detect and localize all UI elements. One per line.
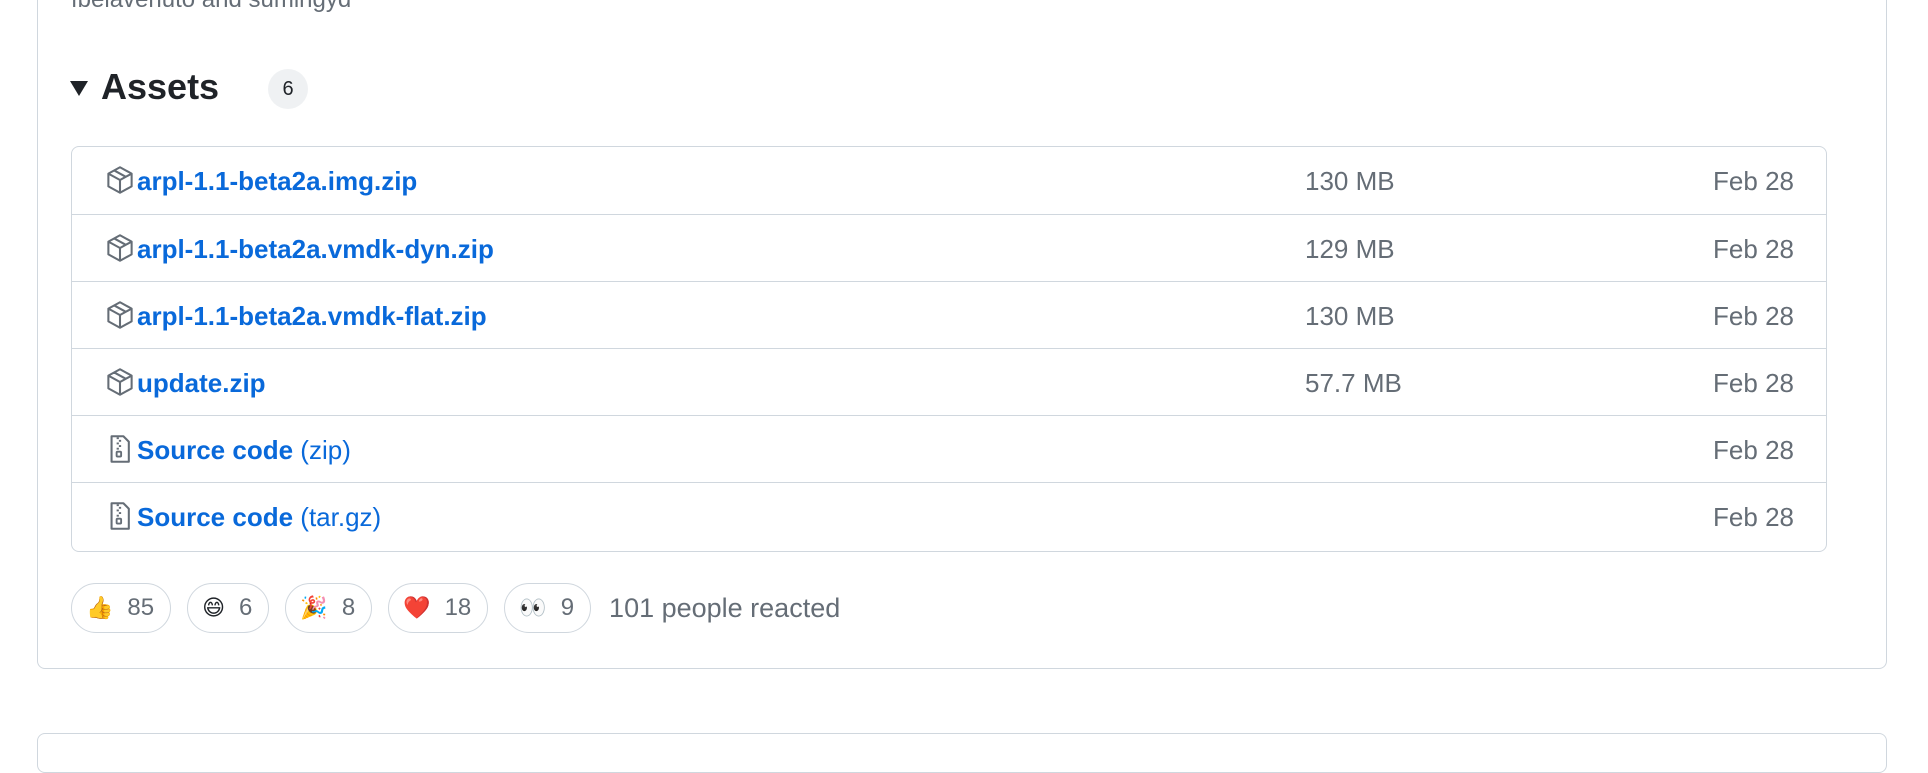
package-icon bbox=[105, 300, 135, 330]
asset-row: Source code (zip) Feb 28 bbox=[72, 415, 1826, 482]
caret-down-icon bbox=[70, 80, 88, 96]
asset-name: update.zip bbox=[137, 368, 266, 398]
asset-size: 57.7 MB bbox=[1305, 368, 1402, 398]
assets-title: Assets bbox=[101, 66, 220, 107]
assets-list: arpl-1.1-beta2a.img.zip 130 MB Feb 28 arpl-… bbox=[71, 146, 1827, 552]
asset-row: arpl-1.1-beta2a.vmdk-flat.zip 130 MB Feb 2… bbox=[72, 281, 1826, 348]
asset-name: arpl-1.1-beta2a.vmdk-dyn.zip bbox=[137, 234, 494, 264]
assets-count-badge: 6 bbox=[268, 69, 309, 109]
asset-size: 129 MB bbox=[1305, 234, 1395, 264]
asset-download-link[interactable]: Source code (tar.gz) bbox=[137, 501, 381, 533]
asset-name: Source code bbox=[137, 502, 294, 532]
asset-download-link[interactable]: arpl-1.1-beta2a.vmdk-flat.zip bbox=[137, 300, 487, 332]
asset-date: Feb 28 bbox=[1713, 435, 1794, 465]
asset-size: 130 MB bbox=[1305, 166, 1395, 196]
reactions-summary: 101 people reacted bbox=[609, 592, 841, 623]
asset-date: Feb 28 bbox=[1713, 368, 1794, 398]
asset-download-link[interactable]: arpl-1.1-beta2a.vmdk-dyn.zip bbox=[137, 233, 494, 265]
package-icon bbox=[105, 233, 135, 263]
hooray-icon: 🎉 bbox=[300, 595, 328, 620]
asset-download-link[interactable]: arpl-1.1-beta2a.img.zip bbox=[137, 165, 417, 197]
reaction-count: 9 bbox=[560, 594, 575, 621]
asset-size: 130 MB bbox=[1305, 301, 1395, 331]
reaction-heart-button[interactable]: ❤️ 18 bbox=[388, 583, 489, 633]
reaction-laugh-button[interactable]: 😄 6 bbox=[187, 583, 270, 633]
asset-suffix: (zip) bbox=[300, 435, 351, 465]
reaction-count: 8 bbox=[341, 594, 356, 621]
asset-date: Feb 28 bbox=[1713, 166, 1794, 196]
reaction-hooray-button[interactable]: 🎉 8 bbox=[285, 583, 373, 633]
next-release-card bbox=[37, 733, 1887, 773]
laugh-icon: 😄 bbox=[202, 595, 226, 620]
reaction-eyes-button[interactable]: 👀 9 bbox=[504, 583, 592, 633]
reaction-thumbs-up-button[interactable]: 👍 85 bbox=[71, 583, 172, 633]
reactions-bar: 👍 85 😄 6 🎉 8 ❤️ 18 👀 9 101 people reacted bbox=[71, 582, 840, 634]
asset-name: arpl-1.1-beta2a.vmdk-flat.zip bbox=[137, 301, 487, 331]
eyes-icon: 👀 bbox=[519, 595, 547, 620]
asset-download-link[interactable]: update.zip bbox=[137, 367, 266, 399]
thumbs-up-icon: 👍 bbox=[86, 595, 114, 620]
reaction-count: 85 bbox=[127, 594, 155, 621]
asset-date: Feb 28 bbox=[1713, 502, 1794, 532]
asset-row: update.zip 57.7 MB Feb 28 bbox=[72, 348, 1826, 415]
file-zip-icon bbox=[105, 434, 135, 464]
asset-suffix: (tar.gz) bbox=[300, 502, 382, 532]
asset-row: arpl-1.1-beta2a.img.zip 130 MB Feb 28 bbox=[72, 147, 1826, 214]
asset-name: arpl-1.1-beta2a.img.zip bbox=[137, 166, 418, 196]
heart-icon: ❤️ bbox=[403, 595, 431, 620]
asset-row: Source code (tar.gz) Feb 28 bbox=[72, 482, 1826, 549]
package-icon bbox=[105, 165, 135, 195]
asset-row: arpl-1.1-beta2a.vmdk-dyn.zip 129 MB Feb 28 bbox=[72, 214, 1826, 281]
package-icon bbox=[105, 367, 135, 397]
file-zip-icon bbox=[105, 501, 135, 531]
contributors-text: fbelavenuto and sumingyd bbox=[71, 0, 351, 14]
asset-date: Feb 28 bbox=[1713, 234, 1794, 264]
reaction-count: 6 bbox=[239, 594, 253, 621]
asset-date: Feb 28 bbox=[1713, 301, 1794, 331]
assets-toggle[interactable]: Assets 6 bbox=[70, 61, 309, 113]
asset-download-link[interactable]: Source code (zip) bbox=[137, 434, 351, 466]
asset-name: Source code bbox=[137, 435, 294, 465]
reaction-count: 18 bbox=[444, 594, 472, 621]
